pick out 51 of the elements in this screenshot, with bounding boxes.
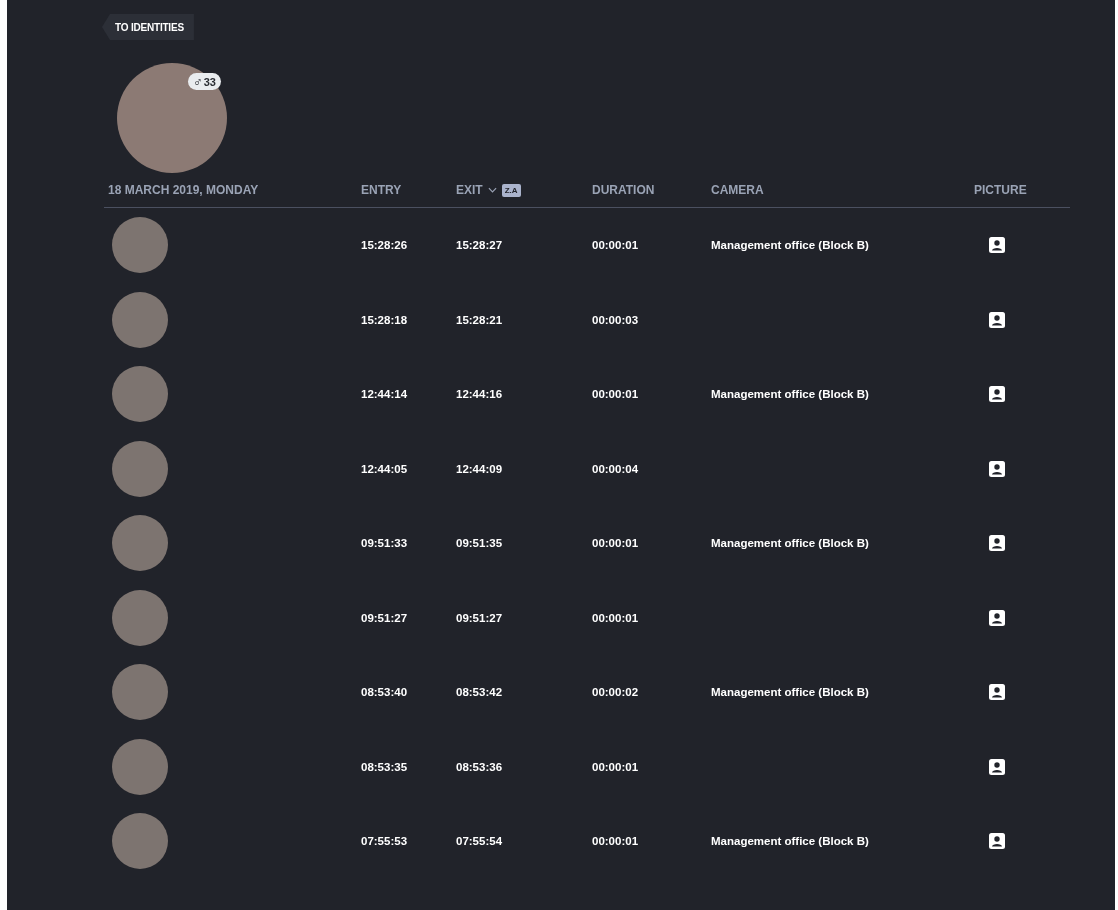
column-header[interactable]: EXIT Z.A bbox=[452, 183, 588, 197]
person-picture-icon[interactable] bbox=[989, 237, 1005, 254]
table-cell: 00:00:01 bbox=[592, 760, 639, 773]
table-cell: Management office (Block B) bbox=[711, 537, 869, 550]
table-cell: 15:28:18 bbox=[361, 313, 408, 326]
date-heading: 18 MARCH 2019, MONDAY bbox=[107, 183, 260, 197]
person-picture-icon[interactable] bbox=[989, 833, 1005, 850]
table-cell: 08:53:35 bbox=[361, 760, 408, 773]
column-header[interactable]: ENTRY bbox=[357, 183, 452, 197]
table-cell: 12:44:09 bbox=[456, 462, 503, 475]
back-button[interactable]: TO IDENTITIES bbox=[102, 14, 194, 40]
gender-age-badge: ♂33 bbox=[188, 73, 221, 90]
person-picture-icon[interactable] bbox=[989, 535, 1005, 552]
table-cell: 15:28:26 bbox=[361, 239, 408, 252]
table-cell: 00:00:01 bbox=[592, 388, 639, 401]
table-cell: 08:53:42 bbox=[456, 686, 503, 699]
table-cell: 09:51:35 bbox=[456, 537, 503, 550]
table-cell: Management office (Block B) bbox=[711, 835, 869, 848]
table-cell: 00:00:01 bbox=[592, 835, 639, 848]
column-header[interactable]: PICTURE bbox=[970, 183, 1090, 197]
person-picture-icon[interactable] bbox=[989, 386, 1005, 403]
table-cell: 00:00:01 bbox=[592, 611, 639, 624]
table-cell: 09:51:33 bbox=[361, 537, 408, 550]
person-picture-icon[interactable] bbox=[989, 609, 1005, 626]
table-cell: 09:51:27 bbox=[456, 611, 503, 624]
column-header[interactable]: DURATION bbox=[588, 183, 707, 197]
table-cell: 00:00:04 bbox=[592, 462, 639, 475]
table-cell: Management office (Block B) bbox=[711, 239, 869, 252]
table-cell: Management office (Block B) bbox=[711, 686, 869, 699]
table-cell: 08:53:40 bbox=[361, 686, 408, 699]
person-picture-icon[interactable] bbox=[989, 460, 1005, 477]
table-cell: 08:53:36 bbox=[456, 760, 503, 773]
table-cell: 12:44:14 bbox=[361, 388, 408, 401]
person-picture-icon[interactable] bbox=[989, 684, 1005, 701]
sort-order-badge: Z.A bbox=[501, 183, 521, 197]
table-cell: 00:00:01 bbox=[592, 239, 639, 252]
chevron-down-icon bbox=[487, 187, 497, 193]
table-cell: 00:00:02 bbox=[592, 686, 639, 699]
table-cell: 00:00:03 bbox=[592, 313, 639, 326]
person-picture-icon[interactable] bbox=[989, 758, 1005, 775]
table-cell: 07:55:53 bbox=[361, 835, 408, 848]
table-cell: Management office (Block B) bbox=[711, 388, 869, 401]
column-header[interactable]: CAMERA bbox=[707, 183, 970, 197]
table-cell: 12:44:05 bbox=[361, 462, 408, 475]
table-cell: 15:28:27 bbox=[456, 239, 503, 252]
person-picture-icon[interactable] bbox=[989, 311, 1005, 328]
table-cell: 09:51:27 bbox=[361, 611, 408, 624]
table-cell: 07:55:54 bbox=[456, 835, 503, 848]
table-cell: 00:00:01 bbox=[592, 537, 639, 550]
table-cell: 12:44:16 bbox=[456, 388, 503, 401]
table-cell: 15:28:21 bbox=[456, 313, 503, 326]
